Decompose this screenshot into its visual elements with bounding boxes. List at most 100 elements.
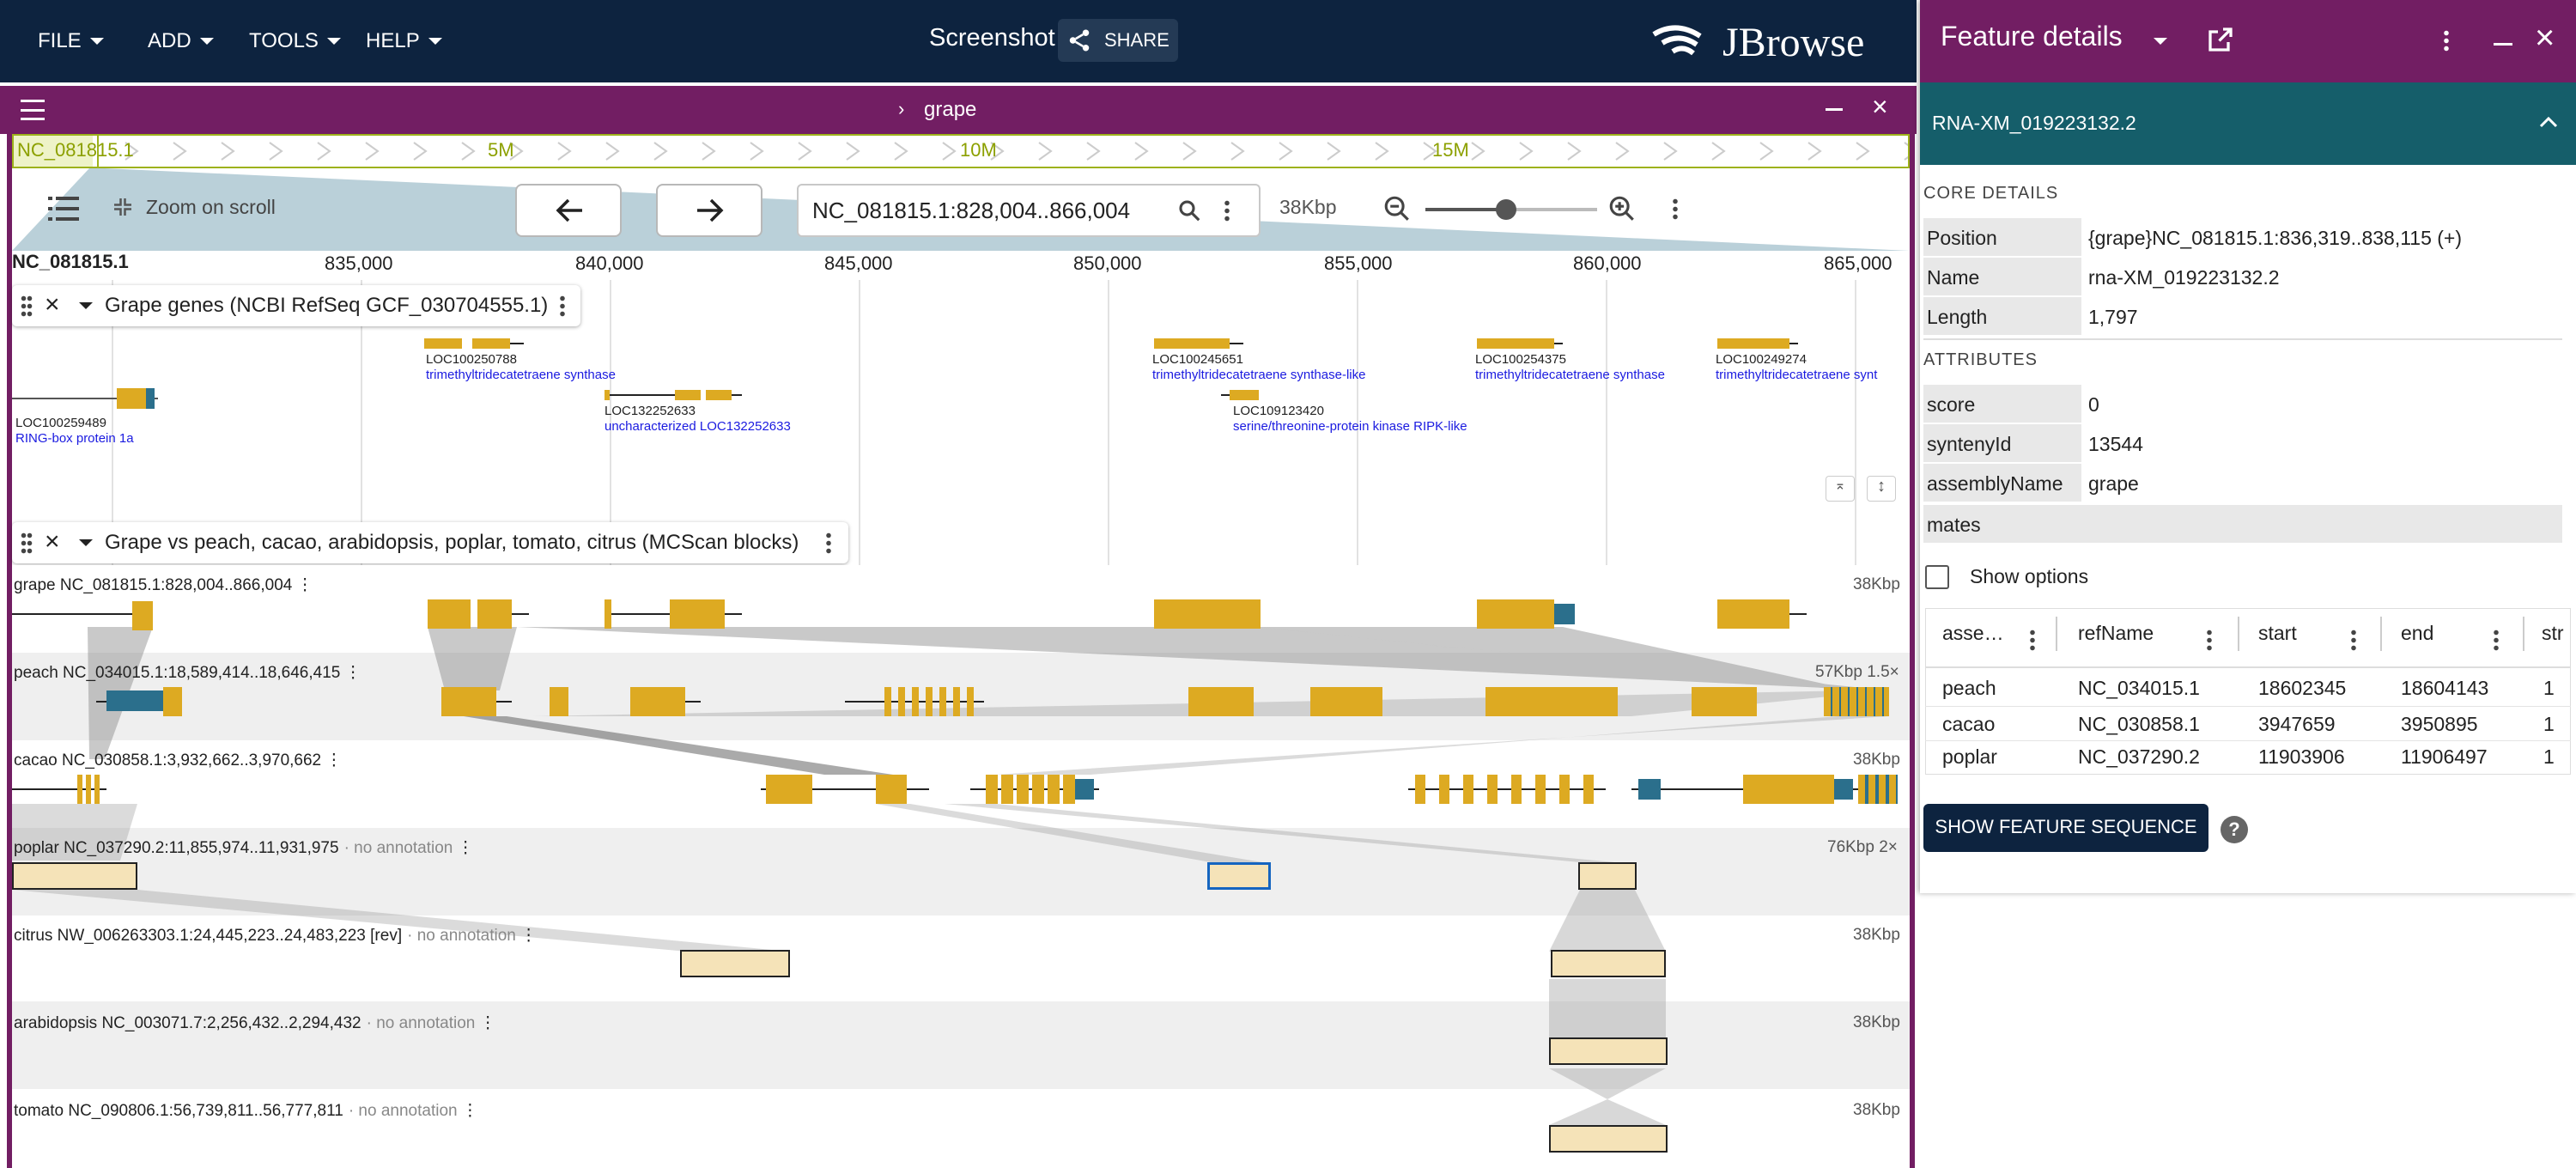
mates-label: mates [1923, 505, 2562, 543]
feature-exon[interactable] [876, 775, 907, 804]
feature-exon[interactable] [1188, 687, 1254, 716]
feature-exon[interactable] [1415, 775, 1595, 804]
feature-intron [496, 701, 512, 703]
close-icon[interactable]: × [2535, 19, 2555, 58]
feature-exon[interactable] [77, 775, 101, 804]
feature-exon[interactable] [428, 599, 471, 629]
feature-exon[interactable] [477, 599, 512, 629]
table-cell: 1 [2543, 677, 2555, 699]
show-options-checkbox[interactable] [1925, 565, 1949, 589]
synteny-block[interactable] [1549, 1125, 1668, 1153]
feature-exon[interactable] [670, 599, 699, 629]
feature-header-title: RNA-XM_019223132.2 [1932, 112, 2136, 134]
column-header[interactable]: refName [2078, 622, 2154, 645]
feature-exon[interactable] [441, 687, 496, 716]
synteny-block[interactable] [680, 950, 790, 977]
selected-feature[interactable] [1154, 599, 1261, 629]
open-in-new-icon[interactable] [2205, 24, 2236, 55]
table-cell: NC_034015.1 [2078, 677, 2200, 699]
column-menu-icon[interactable] [2494, 629, 2499, 651]
feature-utr[interactable] [1554, 604, 1575, 624]
panel-title[interactable]: Feature details [1941, 21, 2123, 52]
row-label[interactable]: poplar NC_037290.2:11,855,974..11,931,97… [14, 838, 474, 858]
table-header-divider [1925, 666, 2571, 668]
attributes-title: ATTRIBUTES [1923, 350, 2038, 369]
help-icon[interactable]: ? [2221, 816, 2248, 843]
table-cell: peach [1942, 677, 1996, 699]
field-key: Name [1923, 258, 2081, 295]
field-key: Length [1923, 297, 2081, 335]
show-options-label[interactable]: Show options [1970, 565, 2088, 588]
column-menu-icon[interactable] [2030, 629, 2035, 651]
table-row-divider [1925, 740, 2571, 741]
feature-exon[interactable] [1477, 599, 1554, 629]
table-cell: 11903906 [2258, 745, 2345, 768]
column-header[interactable]: start [2258, 622, 2297, 645]
field-value: grape [2088, 472, 2139, 495]
field-value: {grape}NC_081815.1:836,319..838,115 (+) [2088, 227, 2463, 249]
row-size: 38Kbp [1853, 1013, 1900, 1031]
table-cell: poplar [1942, 745, 1997, 768]
column-menu-icon[interactable] [2207, 629, 2212, 651]
more-vert-icon[interactable] [2444, 29, 2449, 52]
feature-exon[interactable] [1692, 687, 1757, 716]
row-label[interactable]: cacao NC_030858.1:3,932,662..3,970,662 ⋮ [14, 751, 342, 770]
feature-exon[interactable] [699, 599, 725, 629]
feature-exon[interactable] [605, 599, 611, 629]
field-value: 1,797 [2088, 306, 2138, 328]
table-cell: 1 [2543, 745, 2555, 768]
core-details-title: CORE DETAILS [1923, 184, 2059, 203]
synteny-block[interactable] [12, 862, 137, 890]
feature-exon[interactable] [630, 687, 685, 716]
synteny-block[interactable] [1549, 1037, 1668, 1065]
column-header[interactable]: str [2542, 622, 2564, 645]
feature-utr[interactable] [1834, 779, 1853, 800]
feature-accordion-header[interactable]: RNA-XM_019223132.2 [1920, 82, 2576, 165]
feature-exon[interactable] [766, 775, 812, 804]
feature-exon[interactable] [1824, 687, 1889, 716]
show-feature-sequence-button[interactable]: SHOW FEATURE SEQUENCE [1923, 804, 2208, 852]
row-label[interactable]: tomato NC_090806.1:56,739,811..56,777,81… [14, 1101, 478, 1121]
synteny-block-highlighted[interactable] [1207, 862, 1271, 890]
feature-exon[interactable] [132, 601, 153, 630]
column-separator[interactable] [2523, 617, 2524, 651]
table-cell: cacao [1942, 713, 1996, 735]
row-label[interactable]: grape NC_081815.1:828,004..866,004 ⋮ [14, 575, 313, 595]
chevron-down-icon[interactable] [2154, 38, 2167, 45]
row-label[interactable]: arabidopsis NC_003071.7:2,256,432..2,294… [14, 1013, 496, 1033]
synteny-block[interactable] [1578, 862, 1637, 890]
column-separator[interactable] [2380, 617, 2382, 651]
feature-intron [512, 613, 529, 615]
table-row-divider [1925, 706, 2571, 707]
table-cell: 3947659 [2258, 713, 2336, 735]
feature-exon[interactable] [550, 687, 568, 716]
feature-exon[interactable] [1485, 687, 1618, 716]
chevron-up-icon[interactable] [2538, 113, 2559, 131]
table-cell: NC_037290.2 [2078, 745, 2200, 768]
column-separator[interactable] [2238, 617, 2239, 651]
feature-exon[interactable] [163, 687, 182, 716]
field-value: rna-XM_019223132.2 [2088, 266, 2280, 289]
row-label[interactable]: peach NC_034015.1:18,589,414..18,646,415… [14, 663, 361, 683]
feature-utr[interactable] [106, 690, 163, 711]
feature-exon[interactable] [1858, 775, 1898, 804]
feature-exon[interactable] [884, 687, 979, 716]
column-separator[interactable] [2056, 617, 2057, 651]
synteny-block[interactable] [1551, 950, 1666, 977]
feature-exon[interactable] [1743, 775, 1834, 804]
table-cell: 18602345 [2258, 677, 2347, 699]
field-key: Position [1923, 218, 2081, 256]
column-header[interactable]: end [2401, 622, 2433, 645]
column-menu-icon[interactable] [2351, 629, 2356, 651]
feature-utr[interactable] [1638, 779, 1661, 800]
minimize-icon[interactable] [2494, 43, 2512, 46]
feature-exon[interactable] [1310, 687, 1382, 716]
feature-exon[interactable] [1717, 599, 1789, 629]
table-cell: NC_030858.1 [2078, 713, 2200, 735]
feature-utr[interactable] [1075, 779, 1094, 800]
column-header[interactable]: asse… [1942, 622, 2004, 645]
row-label[interactable]: citrus NW_006263303.1:24,445,223..24,483… [14, 926, 537, 946]
field-key: assemblyName [1923, 464, 2081, 502]
row-size: 38Kbp [1853, 1101, 1900, 1119]
feature-exon[interactable] [986, 775, 1075, 804]
